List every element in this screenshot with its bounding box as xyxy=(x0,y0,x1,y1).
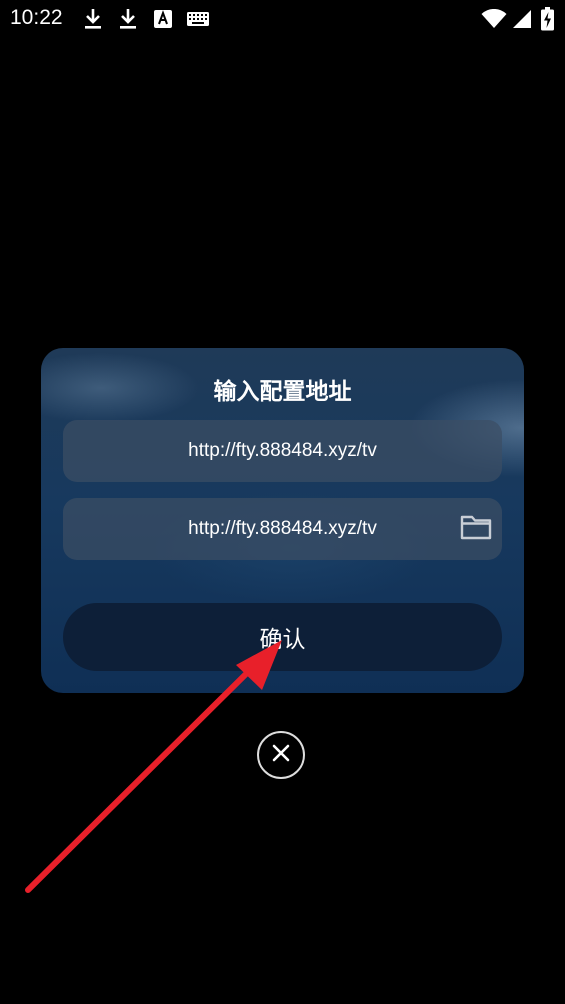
dialog-title: 输入配置地址 xyxy=(213,379,352,405)
status-time: 10:22 xyxy=(10,6,63,29)
download-icon xyxy=(119,8,137,30)
close-button[interactable] xyxy=(257,731,305,779)
battery-icon xyxy=(541,7,554,31)
keyboard-icon xyxy=(187,12,209,26)
text-a-icon xyxy=(154,10,172,28)
status-bar: 10:22 xyxy=(0,0,565,38)
wifi-icon xyxy=(481,9,507,29)
signal-icon xyxy=(512,9,532,29)
config-url-dialog: 输入配置地址 http://fty.888484.xyz/tv http://f… xyxy=(41,348,524,693)
screen: 10:22 输入配置地址 http://fty.888484.xyz/tv ht… xyxy=(0,0,565,1004)
confirm-button[interactable]: 确认 xyxy=(63,603,502,671)
close-icon xyxy=(272,744,290,767)
folder-icon[interactable] xyxy=(460,514,492,546)
config-url-value-local: http://fty.888484.xyz/tv xyxy=(188,518,377,539)
config-url-input-local[interactable]: http://fty.888484.xyz/tv xyxy=(63,498,502,560)
config-url-input[interactable]: http://fty.888484.xyz/tv xyxy=(63,420,502,482)
download-icon xyxy=(84,8,102,30)
config-url-value: http://fty.888484.xyz/tv xyxy=(188,440,377,461)
